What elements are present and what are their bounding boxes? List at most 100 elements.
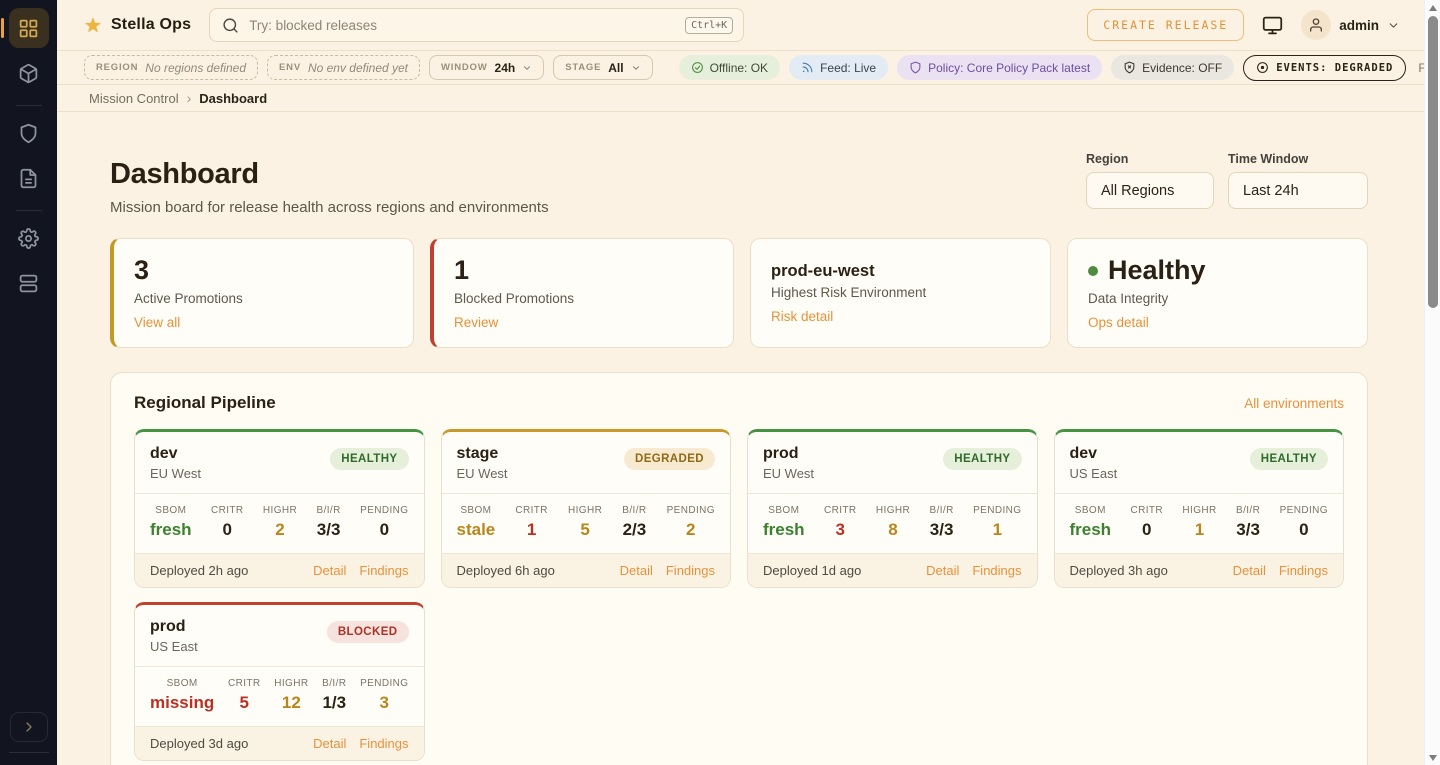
stat-bir: B/I/R3/3 xyxy=(930,505,954,540)
stage-chip[interactable]: STAGE All xyxy=(553,55,652,80)
scrollbar-thumb[interactable] xyxy=(1428,16,1438,308)
events-status-pill[interactable]: EVENTS: DEGRADED xyxy=(1243,55,1406,81)
sidebar xyxy=(0,0,57,765)
detail-link[interactable]: Detail xyxy=(926,563,959,578)
status-badge: HEALTHY xyxy=(330,448,408,470)
detail-link[interactable]: Detail xyxy=(313,736,346,751)
breadcrumb-mission-control[interactable]: Mission Control xyxy=(89,91,179,106)
environment-name: dev xyxy=(150,445,201,463)
findings-link[interactable]: Findings xyxy=(359,563,408,578)
blocked-promotions-label: Blocked Promotions xyxy=(454,291,713,306)
region-select[interactable]: All Regions xyxy=(1086,172,1214,209)
chevron-down-icon xyxy=(522,63,532,73)
health-dot xyxy=(1088,266,1098,276)
display-mode-button[interactable] xyxy=(1262,15,1283,36)
scroll-down-arrow[interactable] xyxy=(1429,755,1437,761)
search-icon xyxy=(222,17,239,34)
review-link[interactable]: Review xyxy=(454,315,498,330)
breadcrumb-current: Dashboard xyxy=(199,91,267,106)
pipeline-card: stage EU West DEGRADED SBOMstaleCRITR1HI… xyxy=(441,429,732,588)
stat-bir: B/I/R3/3 xyxy=(317,505,341,540)
card-links: Detail Findings xyxy=(926,563,1021,578)
user-menu[interactable]: admin xyxy=(1301,10,1400,40)
offline-status-pill[interactable]: Offline: OK xyxy=(679,55,780,80)
all-environments-link[interactable]: All environments xyxy=(1244,396,1344,411)
create-release-button[interactable]: CREATE RELEASE xyxy=(1087,9,1244,41)
stat-sbom: SBOMfresh xyxy=(1070,505,1112,540)
status-badge: HEALTHY xyxy=(943,448,1021,470)
window-chip[interactable]: WINDOW 24h xyxy=(429,55,544,80)
sidebar-divider xyxy=(16,210,42,211)
global-search[interactable]: Ctrl+K xyxy=(209,8,744,42)
status-badge: HEALTHY xyxy=(1250,448,1328,470)
card-links: Detail Findings xyxy=(313,563,408,578)
stat-critr: CRITR0 xyxy=(1130,505,1163,540)
env-chip-value: No env defined yet xyxy=(308,61,408,75)
evidence-status-pill[interactable]: Evidence: OFF xyxy=(1111,55,1234,80)
stat-sbom: SBOMfresh xyxy=(763,505,805,540)
environment-name: prod xyxy=(763,445,814,463)
findings-link[interactable]: Findings xyxy=(666,563,715,578)
page-title: Dashboard xyxy=(110,158,549,191)
region-filter-field: Region All Regions xyxy=(1086,152,1214,209)
findings-link[interactable]: Findings xyxy=(972,563,1021,578)
search-input[interactable] xyxy=(249,18,685,33)
chevron-down-icon xyxy=(1387,19,1400,32)
detail-link[interactable]: Detail xyxy=(1233,563,1266,578)
findings-link[interactable]: Findings xyxy=(1279,563,1328,578)
breadcrumb: Mission Control › Dashboard xyxy=(57,85,1424,112)
sidebar-item-systems[interactable] xyxy=(9,263,49,303)
stat-critr: CRITR0 xyxy=(211,505,244,540)
pipeline-card: dev US East HEALTHY SBOMfreshCRITR0HIGHR… xyxy=(1054,429,1345,588)
user-name: admin xyxy=(1339,18,1379,33)
highest-risk-card: prod-eu-west Highest Risk Environment Ri… xyxy=(750,238,1051,348)
window-chip-label: WINDOW xyxy=(441,62,487,73)
feed-status-pill[interactable]: Feed: Live xyxy=(789,55,888,80)
policy-status-label: Policy: Core Policy Pack latest xyxy=(928,61,1090,75)
circle-dot-icon xyxy=(1256,61,1269,74)
region-name: EU West xyxy=(763,466,814,481)
ops-detail-link[interactable]: Ops detail xyxy=(1088,315,1149,330)
deployed-time: Deployed 3h ago xyxy=(1070,563,1168,578)
page-scrollbar[interactable] xyxy=(1424,0,1440,765)
view-all-link[interactable]: View all xyxy=(134,315,180,330)
package-icon xyxy=(18,63,39,84)
shield-icon xyxy=(909,61,922,74)
detail-link[interactable]: Detail xyxy=(620,563,653,578)
time-window-select[interactable]: Last 24h xyxy=(1228,172,1368,209)
deployed-time: Deployed 6h ago xyxy=(457,563,555,578)
region-chip[interactable]: REGION No regions defined xyxy=(84,55,258,80)
main-area: ★ Stella Ops Ctrl+K CREATE RELEASE admin xyxy=(57,0,1424,765)
sidebar-item-releases[interactable] xyxy=(9,53,49,93)
region-name: US East xyxy=(150,639,198,654)
region-chip-value: No regions defined xyxy=(145,61,246,75)
sidebar-item-documents[interactable] xyxy=(9,158,49,198)
region-name: EU West xyxy=(150,466,201,481)
stats-row: SBOMfreshCRITR3HIGHR8B/I/R3/3PENDING1 xyxy=(748,493,1037,553)
page-filters: Region All Regions Time Window Last 24h xyxy=(1086,152,1368,209)
sidebar-item-policies[interactable] xyxy=(9,113,49,153)
env-chip[interactable]: ENV No env defined yet xyxy=(267,55,420,80)
sidebar-item-settings[interactable] xyxy=(9,218,49,258)
sidebar-item-dashboard[interactable] xyxy=(9,8,49,48)
stage-chip-label: STAGE xyxy=(565,62,601,73)
avatar xyxy=(1301,10,1331,40)
scroll-up-arrow[interactable] xyxy=(1429,5,1437,11)
page-header: Dashboard Mission board for release heal… xyxy=(110,158,1368,216)
card-links: Detail Findings xyxy=(1233,563,1328,578)
sidebar-collapse-button[interactable] xyxy=(10,712,48,742)
active-promotions-card: 3 Active Promotions View all xyxy=(110,238,414,348)
stat-pending: PENDING0 xyxy=(1280,505,1328,540)
topbar: ★ Stella Ops Ctrl+K CREATE RELEASE admin xyxy=(57,0,1424,51)
detail-link[interactable]: Detail xyxy=(313,563,346,578)
data-integrity-status: Healthy xyxy=(1108,256,1206,286)
stat-critr: CRITR3 xyxy=(824,505,857,540)
findings-link[interactable]: Findings xyxy=(359,736,408,751)
env-chip-label: ENV xyxy=(279,62,301,73)
risk-detail-link[interactable]: Risk detail xyxy=(771,309,833,324)
policy-status-pill[interactable]: Policy: Core Policy Pack latest xyxy=(897,55,1102,80)
breadcrumb-separator: › xyxy=(187,90,192,106)
pipeline-card: dev EU West HEALTHY SBOMfreshCRITR0HIGHR… xyxy=(134,429,425,588)
summary-cards: 3 Active Promotions View all 1 Blocked P… xyxy=(110,238,1368,348)
time-window-filter-label: Time Window xyxy=(1228,152,1368,166)
